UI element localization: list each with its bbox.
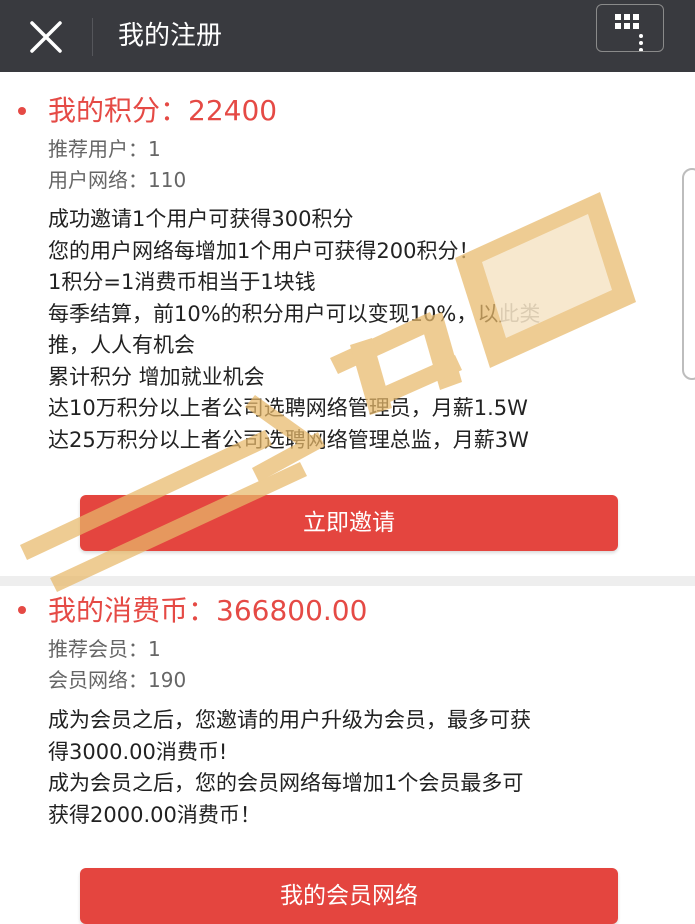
close-button[interactable] xyxy=(28,20,64,54)
referred-users: 推荐用户：1 xyxy=(48,137,161,161)
points-rule-line: 1积分=1消费币相当于1块钱 xyxy=(48,270,316,294)
points-rule-line: 达25万积分以上者公司选聘网络管理总监，月薪3W xyxy=(48,428,529,452)
points-rule-line: 您的用户网络每增加1个用户可获得200积分！ xyxy=(48,239,480,263)
bullet-dot-icon xyxy=(18,606,26,614)
member-network: 会员网络：190 xyxy=(48,668,187,692)
coins-rule-line: 成为会员之后，您的会员网络每增加1个会员最多可 xyxy=(48,771,524,795)
my-member-network-button[interactable]: 我的会员网络 xyxy=(80,868,618,924)
top-bar: 我的注册 xyxy=(0,0,695,72)
scroll-indicator[interactable] xyxy=(682,168,695,380)
invite-now-button[interactable]: 立即邀请 xyxy=(80,495,618,551)
points-rule-line: 成功邀请1个用户可获得300积分 xyxy=(48,207,354,231)
coins-rule-line: 获得2000.00消费币！ xyxy=(48,803,261,827)
points-headline: 我的积分：22400 xyxy=(48,94,278,127)
more-menu-icon xyxy=(615,14,643,51)
section-divider xyxy=(0,576,695,586)
more-menu-button[interactable] xyxy=(596,4,664,52)
coins-section: 我的消费币：366800.00 推荐会员：1 会员网络：190 成为会员之后，您… xyxy=(0,586,695,924)
points-rule-line: 累计积分 增加就业机会 xyxy=(48,365,265,389)
points-rule-line: 推，人人有机会 xyxy=(48,333,195,357)
topbar-divider xyxy=(92,18,93,56)
page-title: 我的注册 xyxy=(118,21,223,51)
points-rule-line: 达10万积分以上者公司选聘网络管理员，月薪1.5W xyxy=(48,396,528,420)
coins-rule-line: 得3000.00消费币! xyxy=(48,740,228,764)
close-icon xyxy=(30,21,62,53)
user-network: 用户网络：110 xyxy=(48,168,187,192)
points-section: 我的积分：22400 推荐用户：1 用户网络：110 成功邀请1个用户可获得30… xyxy=(0,80,695,576)
referred-members: 推荐会员：1 xyxy=(48,637,161,661)
bullet-dot-icon xyxy=(18,107,26,115)
points-rule-line: 每季结算，前10%的积分用户可以变现10%，以此类 xyxy=(48,302,541,326)
coins-headline: 我的消费币：366800.00 xyxy=(48,594,368,627)
coins-rule-line: 成为会员之后，您邀请的用户升级为会员，最多可获 xyxy=(48,708,531,732)
